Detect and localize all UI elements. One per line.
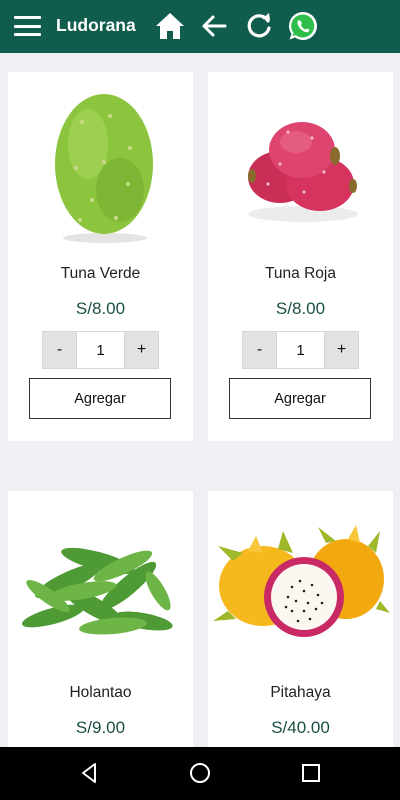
product-card: Tuna Roja S/8.00 - 1 + Agregar <box>208 72 393 441</box>
product-card: Pitahaya S/40.00 <box>208 491 393 747</box>
product-card: Tuna Verde S/8.00 - 1 + Agregar <box>8 72 193 441</box>
app-title: Ludorana <box>56 15 136 35</box>
decrement-button[interactable]: - <box>243 332 276 368</box>
quantity-stepper: - 1 + <box>42 331 159 369</box>
product-image-holantao[interactable] <box>8 491 193 671</box>
quantity-stepper: - 1 + <box>242 331 359 369</box>
decrement-button[interactable]: - <box>43 332 76 368</box>
product-name: Pitahaya <box>270 684 331 701</box>
quantity-input[interactable]: 1 <box>276 332 325 368</box>
system-navigation-bar <box>0 747 400 800</box>
nav-recent-icon[interactable] <box>299 761 323 785</box>
product-price: S/40.00 <box>271 718 330 737</box>
add-to-cart-button[interactable]: Agregar <box>229 378 371 419</box>
product-image-tuna-roja[interactable] <box>208 72 393 252</box>
home-icon[interactable] <box>154 10 186 42</box>
nav-home-icon[interactable] <box>188 761 212 785</box>
increment-button[interactable]: + <box>125 332 158 368</box>
menu-icon[interactable] <box>14 16 41 36</box>
back-arrow-icon[interactable] <box>198 10 230 42</box>
app-bar: Ludorana <box>0 0 400 53</box>
product-grid: Tuna Verde S/8.00 - 1 + Agregar Tuna Roj… <box>0 53 400 747</box>
product-image-pitahaya[interactable] <box>208 491 393 671</box>
product-image-tuna-verde[interactable] <box>8 72 193 252</box>
product-price: S/9.00 <box>75 718 126 737</box>
quantity-input[interactable]: 1 <box>76 332 125 368</box>
refresh-icon[interactable] <box>243 10 275 42</box>
whatsapp-icon[interactable] <box>287 10 319 42</box>
product-price: S/8.00 <box>275 299 326 318</box>
product-card: Holantao S/9.00 <box>8 491 193 747</box>
product-name: Tuna Roja <box>265 265 336 282</box>
product-name: Holantao <box>69 684 132 701</box>
add-to-cart-button[interactable]: Agregar <box>29 378 171 419</box>
nav-back-icon[interactable] <box>78 761 102 785</box>
increment-button[interactable]: + <box>325 332 358 368</box>
product-name: Tuna Verde <box>60 265 141 282</box>
product-price: S/8.00 <box>75 299 126 318</box>
